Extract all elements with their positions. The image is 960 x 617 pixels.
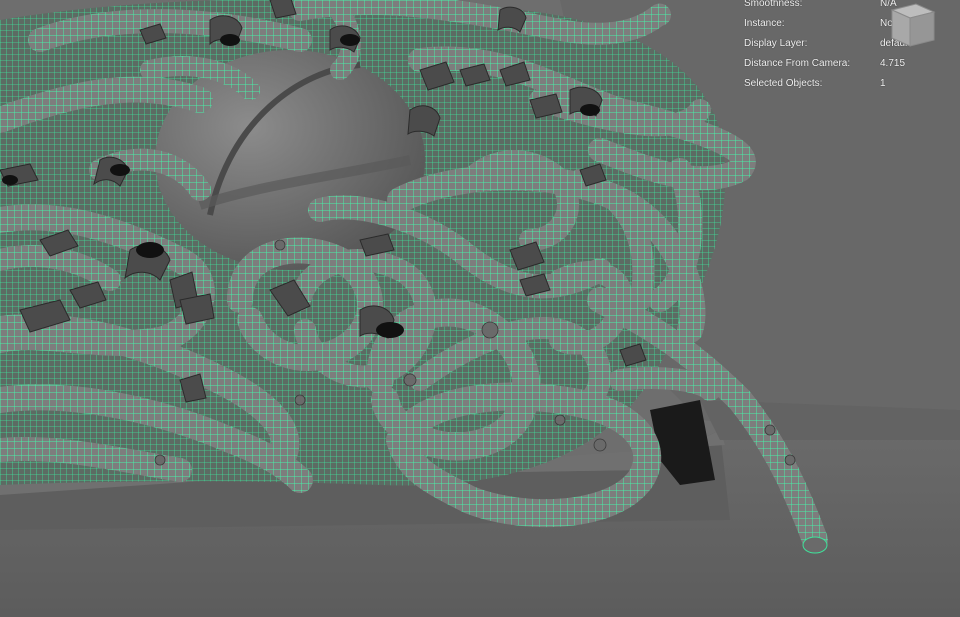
hud-value: 4.715 (880, 58, 906, 69)
hud-label: Display Layer: (744, 38, 808, 49)
tube-end-cap (802, 536, 828, 554)
hud-value: 1 (880, 78, 886, 89)
hud-label: Smoothness: (744, 0, 803, 9)
maya-viewport[interactable]: Smoothness: N/A Instance: No Display Lay… (0, 0, 960, 617)
view-cube-icon[interactable] (886, 0, 938, 48)
hud-row-distance-from-camera: Distance From Camera: 4.715 (744, 54, 944, 74)
hud-row-selected-objects: Selected Objects: 1 (744, 74, 944, 94)
hud-label: Instance: (744, 18, 785, 29)
hud-label: Distance From Camera: (744, 58, 851, 69)
hud-label: Selected Objects: (744, 78, 823, 89)
